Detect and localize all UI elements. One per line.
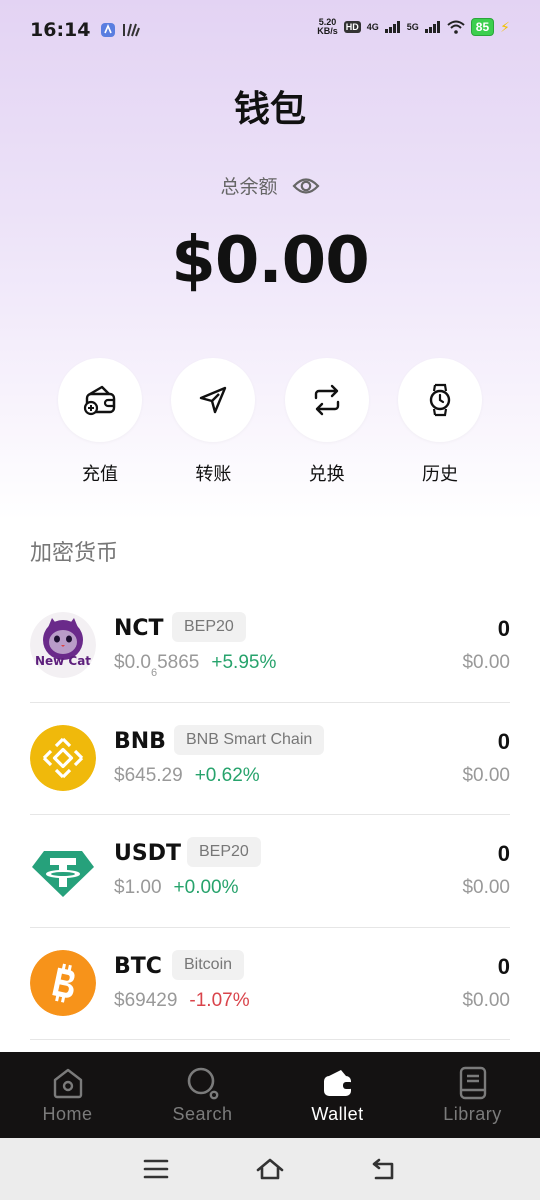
- quick-actions: 充值 转账 兑换 历史: [58, 358, 482, 488]
- token-fiat-value: $0.00: [462, 877, 510, 898]
- nav-library-label: Library: [443, 1104, 502, 1124]
- token-chain-badge: BEP20: [187, 837, 261, 867]
- new-cat-logo-text: New Cat: [34, 654, 92, 668]
- home-nav-icon[interactable]: [255, 1157, 285, 1181]
- hd-icon: HD: [343, 21, 361, 33]
- status-right-icons: 5.20 KB/s HD 4G 5G 85 ⚡: [317, 18, 510, 36]
- token-symbol: BTC: [114, 953, 162, 979]
- deposit-button-circle[interactable]: [58, 358, 142, 442]
- bitcoin-logo: [30, 949, 96, 1016]
- eye-icon[interactable]: [292, 176, 320, 196]
- nav-library[interactable]: Library: [405, 1052, 540, 1138]
- token-list: New Cat NCT BEP20 $0.065865 +5.95% 0 $0.…: [30, 590, 510, 1040]
- menu-icon[interactable]: [143, 1158, 169, 1180]
- send-icon: [200, 386, 227, 414]
- token-price: $69429: [114, 989, 178, 1011]
- deposit-label: 充值: [82, 464, 118, 484]
- watch-icon: [429, 383, 451, 417]
- token-row-nct[interactable]: New Cat NCT BEP20 $0.065865 +5.95% 0 $0.…: [30, 590, 510, 703]
- crypto-section-title: 加密货币: [30, 540, 119, 565]
- token-amount: 0: [497, 841, 510, 866]
- status-bar: 16:14 5.20 KB/s HD 4G 5G 85 ⚡: [0, 0, 540, 60]
- token-price-row: $1.00 +0.00%: [114, 877, 239, 899]
- token-price: $1.00: [114, 877, 162, 898]
- total-balance-value: $0.00: [171, 224, 369, 298]
- token-change: +0.00%: [173, 877, 239, 898]
- token-amount: 0: [497, 616, 510, 641]
- bottom-nav: Home Search Wallet Library: [0, 1052, 540, 1138]
- search-icon: [186, 1066, 220, 1100]
- tether-logo: [30, 837, 96, 903]
- wifi-icon: [447, 20, 465, 34]
- token-chain-badge: BEP20: [172, 612, 246, 642]
- deposit-button[interactable]: 充值: [58, 358, 142, 488]
- net-speed: 5.20 KB/s: [317, 18, 338, 36]
- nav-home-label: Home: [42, 1104, 93, 1124]
- token-amount: 0: [497, 953, 510, 979]
- system-nav-bar: [0, 1138, 540, 1200]
- token-price: $0.065865: [114, 652, 199, 679]
- token-price-row: $645.29 +0.62%: [114, 765, 260, 787]
- nav-search-label: Search: [172, 1104, 233, 1124]
- token-price-row: $0.065865 +5.95%: [114, 652, 276, 679]
- token-change: +5.95%: [211, 652, 277, 673]
- nav-home[interactable]: Home: [0, 1052, 135, 1138]
- token-change: -1.07%: [189, 989, 250, 1011]
- token-fiat-value: $0.00: [462, 652, 510, 673]
- stripes-notification-icon: [123, 23, 141, 37]
- nav-wallet[interactable]: Wallet: [270, 1052, 405, 1138]
- token-fiat-value: $0.00: [462, 764, 510, 786]
- token-row-bnb[interactable]: BNB BNB Smart Chain $645.29 +0.62% 0 $0.…: [30, 703, 510, 815]
- total-balance-label: 总余额: [220, 177, 278, 198]
- history-button-circle[interactable]: [397, 358, 482, 442]
- transfer-label: 转账: [195, 464, 232, 484]
- charging-icon: ⚡: [500, 18, 510, 35]
- status-time: 16:14: [30, 19, 91, 41]
- swap-button-circle[interactable]: [284, 358, 369, 442]
- swap-icon: [314, 384, 339, 416]
- token-price: $645.29: [114, 764, 183, 786]
- signal-icon: [384, 21, 400, 33]
- swap-label: 兑换: [308, 464, 345, 484]
- transfer-button[interactable]: 转账: [171, 358, 256, 488]
- home-icon: [51, 1066, 85, 1100]
- app-notification-icon: [101, 23, 116, 37]
- signal-icon-2: [424, 21, 440, 33]
- nav-search[interactable]: Search: [135, 1052, 270, 1138]
- wallet-add-icon: [83, 385, 116, 416]
- token-row-btc[interactable]: BTC Bitcoin $69429 -1.07% 0 $0.00: [30, 928, 510, 1040]
- history-button[interactable]: 历史: [397, 358, 482, 488]
- token-symbol: USDT: [114, 841, 181, 866]
- net-speed-unit: KB/s: [317, 26, 338, 36]
- library-icon: [458, 1066, 488, 1100]
- token-symbol: NCT: [114, 616, 164, 641]
- back-icon[interactable]: [371, 1157, 397, 1181]
- token-chain-badge: Bitcoin: [172, 949, 245, 980]
- total-balance-label-row: 总余额: [0, 172, 540, 199]
- token-price-suffix: 5865: [157, 652, 200, 673]
- token-chain-badge: BNB Smart Chain: [174, 724, 325, 755]
- token-change: +0.62%: [194, 764, 260, 786]
- nav-wallet-label: Wallet: [311, 1104, 364, 1124]
- new-cat-logo: New Cat: [30, 612, 96, 678]
- token-price-prefix: $0.0: [114, 652, 151, 673]
- bnb-logo: [30, 724, 96, 791]
- token-amount: 0: [497, 728, 510, 754]
- status-notification-icons: [100, 22, 141, 38]
- transfer-button-circle[interactable]: [171, 358, 256, 442]
- wallet-icon: [321, 1066, 355, 1100]
- history-label: 历史: [421, 464, 458, 484]
- token-row-usdt[interactable]: USDT BEP20 $1.00 +0.00% 0 $0.00: [30, 815, 510, 928]
- swap-button[interactable]: 兑换: [284, 358, 369, 488]
- token-fiat-value: $0.00: [462, 989, 510, 1011]
- token-price-row: $69429 -1.07%: [114, 990, 250, 1012]
- page-title: 钱包: [233, 89, 306, 130]
- battery-level: 85: [470, 18, 495, 36]
- token-symbol: BNB: [114, 728, 166, 754]
- sim1-label: 4G: [366, 22, 379, 32]
- sim2-label: 5G: [406, 22, 419, 32]
